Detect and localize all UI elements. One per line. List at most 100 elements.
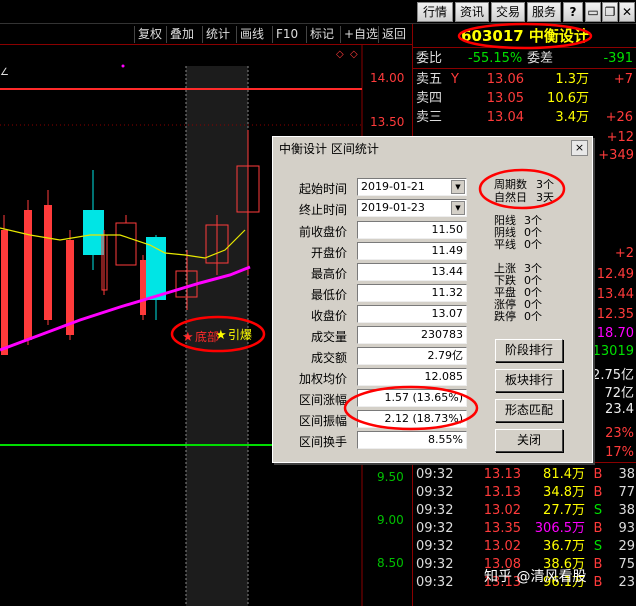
stat-label: 区间换手 — [298, 435, 347, 449]
side-value: +12 — [606, 130, 634, 145]
tick-time: 09:32 — [416, 521, 454, 536]
tick-row: 09:32 13.13 34.8万 B 77 — [413, 484, 636, 502]
mark-button[interactable]: 标记 — [306, 26, 337, 43]
pattern-match-button[interactable]: 形态匹配 — [495, 399, 563, 422]
stat-value: 11.49 — [357, 242, 467, 260]
ask-label: 卖三 — [416, 110, 443, 125]
restore-rights-button[interactable]: 复权 — [134, 26, 165, 43]
stat-value: 230783 — [357, 326, 467, 344]
tick-volume: 27.7万 — [543, 503, 585, 518]
stat-label: 成交额 — [310, 351, 347, 365]
stat-value: 8.55% — [357, 431, 467, 449]
trade-button[interactable]: 交易 — [491, 2, 525, 22]
stat-label: 加权均价 — [298, 372, 347, 386]
ask-volume: 1.3万 — [555, 72, 589, 87]
tick-count: 93 — [618, 521, 635, 536]
bottom-star-icon: ★ — [182, 330, 194, 345]
start-date-picker[interactable]: 2019-01-21 ▼ — [357, 178, 467, 196]
order-diff-label: 委差 — [527, 51, 554, 66]
stat-value: 11.32 — [357, 284, 467, 302]
tick-price: 13.13 — [483, 467, 521, 482]
side-value: 13.44 — [596, 287, 634, 302]
bottom-label: 底部 — [195, 330, 220, 344]
dialog-close-button[interactable]: 关闭 — [495, 429, 563, 452]
watermark: 知乎 @清风看股 — [484, 569, 587, 585]
stock-title-ellipse — [457, 22, 593, 50]
news-button[interactable]: 资讯 — [455, 2, 489, 22]
end-date-picker[interactable]: 2019-01-23 ▼ — [357, 199, 467, 217]
order-ratio-row: 委比 -55.15% 委差 -391 — [413, 49, 636, 69]
ask-label: 卖四 — [416, 91, 443, 106]
dialog-close-icon[interactable]: × — [571, 140, 588, 156]
ask-volume: 3.4万 — [555, 110, 589, 125]
stat-label: 区间振幅 — [298, 414, 347, 428]
dialog-title[interactable]: 中衡设计 区间统计 — [275, 139, 590, 159]
tick-time: 09:32 — [416, 485, 454, 500]
tick-time: 09:32 — [416, 539, 454, 554]
stage-rank-button[interactable]: 阶段排行 — [495, 339, 563, 362]
stat-small-value: 0个 — [524, 238, 542, 251]
ask-volume: 10.6万 — [547, 91, 589, 106]
top-menu-bar: 行情 资讯 交易 服务 ? ▭ ❐ ✕ — [0, 0, 636, 24]
tick-time: 09:32 — [416, 557, 454, 572]
interval-stats-dialog[interactable]: 中衡设计 区间统计 × 起始时间 2019-01-21 ▼ 终止时间 2019-… — [272, 136, 593, 463]
price-tick: 8.50 — [377, 556, 404, 570]
tick-volume: 81.4万 — [543, 467, 585, 482]
side-value: 2.75亿 — [592, 368, 634, 383]
side-value: 72亿 — [604, 386, 634, 401]
order-diff-value: -391 — [603, 51, 633, 66]
tick-count: 38 — [618, 467, 635, 482]
stat-label: 最高价 — [310, 267, 347, 281]
tick-count: 29 — [618, 539, 635, 554]
stat-small-value: 0个 — [524, 310, 542, 323]
minimize-icon[interactable]: ▭ — [585, 2, 601, 22]
overlay-button[interactable]: 叠加 — [166, 26, 197, 43]
market-button[interactable]: 行情 — [417, 2, 453, 22]
tick-side: B — [593, 521, 603, 536]
side-value: 12.49 — [596, 267, 634, 282]
tick-side: B — [593, 557, 603, 572]
tick-volume: 36.7万 — [543, 539, 585, 554]
chevron-down-icon[interactable]: ▼ — [451, 201, 465, 215]
tick-row: 09:32 13.02 27.7万 S 38 — [413, 502, 636, 520]
tick-side: B — [593, 485, 603, 500]
back-button[interactable]: 返回 — [378, 26, 409, 43]
ask-price: 13.05 — [486, 91, 524, 106]
stat-value: 13.44 — [357, 263, 467, 281]
service-button[interactable]: 服务 — [527, 2, 561, 22]
side-value: 23.4 — [605, 402, 634, 417]
ask-row: 卖三 13.04 3.4万 +26 — [413, 109, 636, 127]
order-ratio-label: 委比 — [416, 51, 443, 66]
statistics-button[interactable]: 统计 — [202, 26, 233, 43]
stat-label: 开盘价 — [310, 246, 347, 260]
stat-value: 13.07 — [357, 305, 467, 323]
tick-volume: 306.5万 — [534, 521, 585, 536]
tick-count: 38 — [618, 503, 635, 518]
stat-label: 收盘价 — [310, 309, 347, 323]
sector-rank-button[interactable]: 板块排行 — [495, 369, 563, 392]
stat-label: 最低价 — [310, 288, 347, 302]
top-mark: ◇ — [336, 49, 344, 60]
close-icon[interactable]: ✕ — [619, 2, 635, 22]
price-tick: 13.50 — [370, 115, 405, 129]
restore-icon[interactable]: ❐ — [602, 2, 618, 22]
end-time-label: 终止时间 — [298, 203, 347, 217]
tick-volume: 34.8万 — [543, 485, 585, 500]
tick-count: 77 — [618, 485, 635, 500]
chevron-down-icon[interactable]: ▼ — [451, 180, 465, 194]
price-tick: 9.50 — [377, 470, 404, 484]
stat-label: 前收盘价 — [298, 225, 347, 239]
tick-side: B — [593, 467, 603, 482]
start-time-label: 起始时间 — [298, 182, 347, 196]
stat-label: 区间涨幅 — [298, 393, 347, 407]
add-watchlist-button[interactable]: +自选 — [340, 26, 381, 43]
f10-button[interactable]: F10 — [272, 26, 301, 43]
side-value: +349 — [598, 148, 634, 163]
side-value: +2 — [614, 246, 634, 261]
draw-line-button[interactable]: 画线 — [236, 26, 267, 43]
stat-value: 11.50 — [357, 221, 467, 239]
ask-label: 卖五 — [416, 72, 443, 87]
stat-small-label: 平线 — [494, 238, 516, 251]
tick-time: 09:32 — [416, 467, 454, 482]
help-icon[interactable]: ? — [563, 2, 583, 22]
